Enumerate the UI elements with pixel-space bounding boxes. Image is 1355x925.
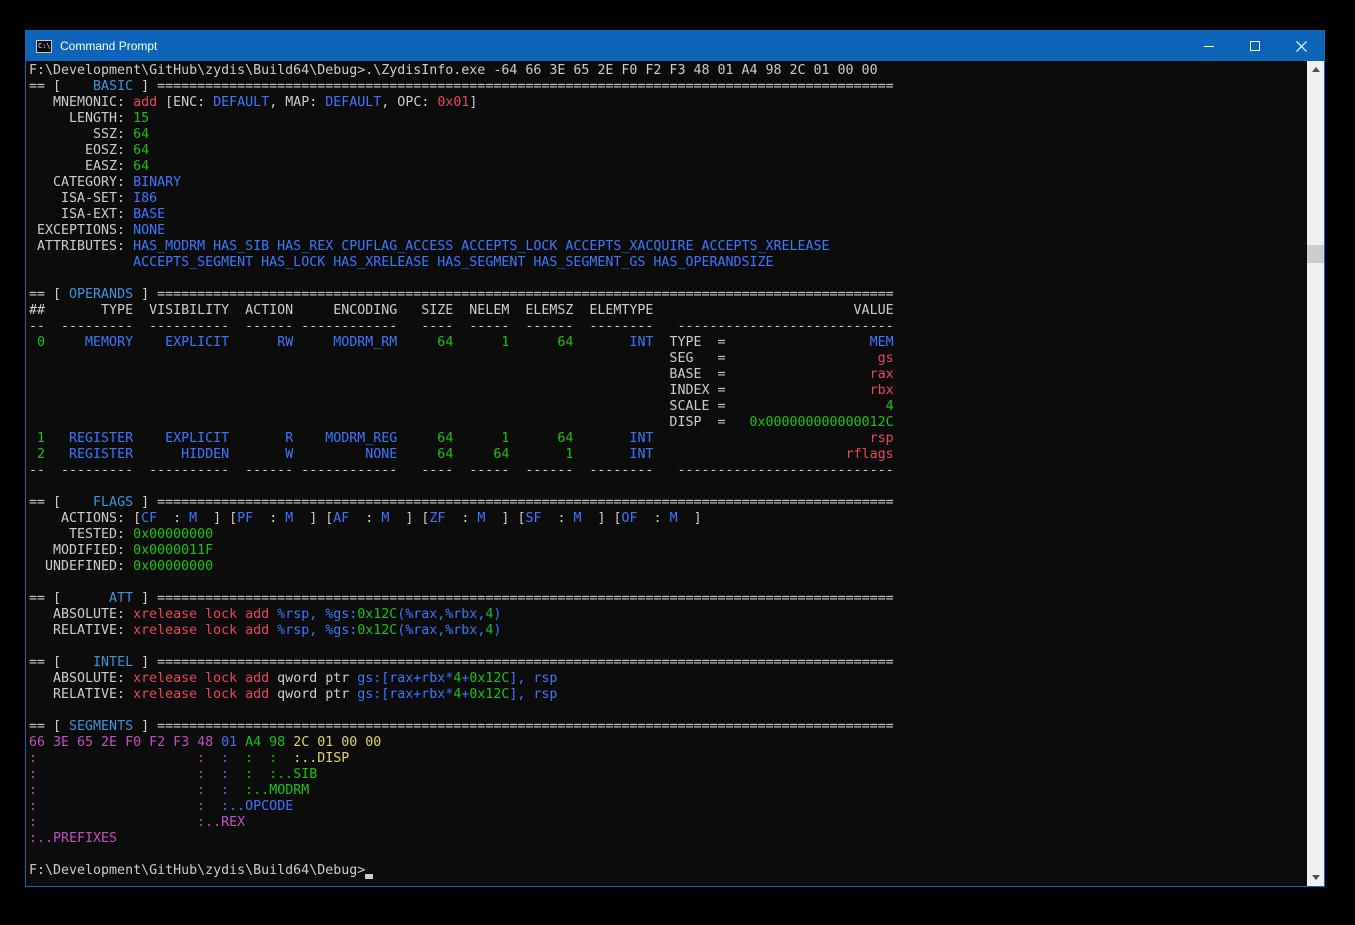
terminal-line: : : : : :..SIB xyxy=(29,767,1304,783)
terminal-line: F:\Development\GitHub\zydis\Build64\Debu… xyxy=(29,863,1304,879)
scroll-up-button[interactable] xyxy=(1307,61,1324,78)
maximize-icon xyxy=(1250,41,1260,51)
terminal-line: ISA-SET: I86 xyxy=(29,191,1304,207)
terminal-line: LENGTH: 15 xyxy=(29,111,1304,127)
terminal-line: == [ INTEL ] ===========================… xyxy=(29,655,1304,671)
terminal-line: -- --------- ---------- ------ ---------… xyxy=(29,463,1304,479)
terminal-line: UNDEFINED: 0x00000000 xyxy=(29,559,1304,575)
close-button[interactable] xyxy=(1278,31,1324,61)
terminal-line: : : : :..MODRM xyxy=(29,783,1304,799)
terminal-line: EXCEPTIONS: NONE xyxy=(29,223,1304,239)
terminal-line: INDEX = rbx xyxy=(29,383,1304,399)
terminal-output: F:\Development\GitHub\zydis\Build64\Debu… xyxy=(29,63,1304,879)
terminal-line: == [ SEGMENTS ] ========================… xyxy=(29,719,1304,735)
terminal-line: F:\Development\GitHub\zydis\Build64\Debu… xyxy=(29,63,1304,79)
terminal-line: : :..REX xyxy=(29,815,1304,831)
terminal-line xyxy=(29,479,1304,495)
terminal-line: RELATIVE: xrelease lock add qword ptr gs… xyxy=(29,687,1304,703)
terminal-line: MODIFIED: 0x0000011F xyxy=(29,543,1304,559)
scroll-down-icon xyxy=(1312,875,1320,880)
terminal-line: EOSZ: 64 xyxy=(29,143,1304,159)
terminal-line: == [ BASIC ] ===========================… xyxy=(29,79,1304,95)
terminal-line: ACTIONS: [CF : M ] [PF : M ] [AF : M ] [… xyxy=(29,511,1304,527)
terminal-line: ACCEPTS_SEGMENT HAS_LOCK HAS_XRELEASE HA… xyxy=(29,255,1304,271)
scroll-up-icon xyxy=(1312,67,1320,72)
terminal-line: RELATIVE: xrelease lock add %rsp, %gs:0x… xyxy=(29,623,1304,639)
terminal-line xyxy=(29,575,1304,591)
window-title: Command Prompt xyxy=(60,39,157,53)
terminal-line: CATEGORY: BINARY xyxy=(29,175,1304,191)
terminal-cursor xyxy=(365,863,373,879)
terminal-line: == [ ATT ] =============================… xyxy=(29,591,1304,607)
terminal-line xyxy=(29,847,1304,863)
window-controls xyxy=(1186,31,1324,61)
terminal-line: ATTRIBUTES: HAS_MODRM HAS_SIB HAS_REX CP… xyxy=(29,239,1304,255)
terminal-line: 2 REGISTER HIDDEN W NONE 64 64 1 INT rfl… xyxy=(29,447,1304,463)
terminal-line: 0 MEMORY EXPLICIT RW MODRM_RM 64 1 64 IN… xyxy=(29,335,1304,351)
title-bar[interactable]: C:\ Command Prompt xyxy=(26,31,1324,61)
terminal: F:\Development\GitHub\zydis\Build64\Debu… xyxy=(26,61,1324,886)
terminal-line: MNEMONIC: add [ENC: DEFAULT, MAP: DEFAUL… xyxy=(29,95,1304,111)
terminal-line: SEG = gs xyxy=(29,351,1304,367)
terminal-line: 66 3E 65 2E F0 F2 F3 48 01 A4 98 2C 01 0… xyxy=(29,735,1304,751)
terminal-line: ## TYPE VISIBILITY ACTION ENCODING SIZE … xyxy=(29,303,1304,319)
terminal-line: :..PREFIXES xyxy=(29,831,1304,847)
terminal-line: : : :..OPCODE xyxy=(29,799,1304,815)
terminal-line: == [ OPERANDS ] ========================… xyxy=(29,287,1304,303)
scroll-thumb[interactable] xyxy=(1307,245,1324,263)
maximize-button[interactable] xyxy=(1232,31,1278,61)
close-icon xyxy=(1296,41,1307,52)
command-prompt-window: C:\ Command Prompt F:\Development\GitHub… xyxy=(25,30,1325,887)
terminal-line: : : : : : :..DISP xyxy=(29,751,1304,767)
terminal-line: BASE = rax xyxy=(29,367,1304,383)
terminal-line: DISP = 0x000000000000012C xyxy=(29,415,1304,431)
terminal-line: ABSOLUTE: xrelease lock add qword ptr gs… xyxy=(29,671,1304,687)
cmd-app-icon: C:\ xyxy=(36,40,52,53)
terminal-line xyxy=(29,271,1304,287)
terminal-line: 1 REGISTER EXPLICIT R MODRM_REG 64 1 64 … xyxy=(29,431,1304,447)
minimize-icon xyxy=(1204,46,1214,47)
terminal-line: EASZ: 64 xyxy=(29,159,1304,175)
terminal-line: ISA-EXT: BASE xyxy=(29,207,1304,223)
terminal-line xyxy=(29,703,1304,719)
terminal-line xyxy=(29,639,1304,655)
terminal-line: SCALE = 4 xyxy=(29,399,1304,415)
terminal-line: == [ FLAGS ] ===========================… xyxy=(29,495,1304,511)
minimize-button[interactable] xyxy=(1186,31,1232,61)
scrollbar[interactable] xyxy=(1307,61,1324,886)
terminal-line: -- --------- ---------- ------ ---------… xyxy=(29,319,1304,335)
terminal-line: SSZ: 64 xyxy=(29,127,1304,143)
scroll-down-button[interactable] xyxy=(1307,869,1324,886)
terminal-line: ABSOLUTE: xrelease lock add %rsp, %gs:0x… xyxy=(29,607,1304,623)
terminal-line: TESTED: 0x00000000 xyxy=(29,527,1304,543)
